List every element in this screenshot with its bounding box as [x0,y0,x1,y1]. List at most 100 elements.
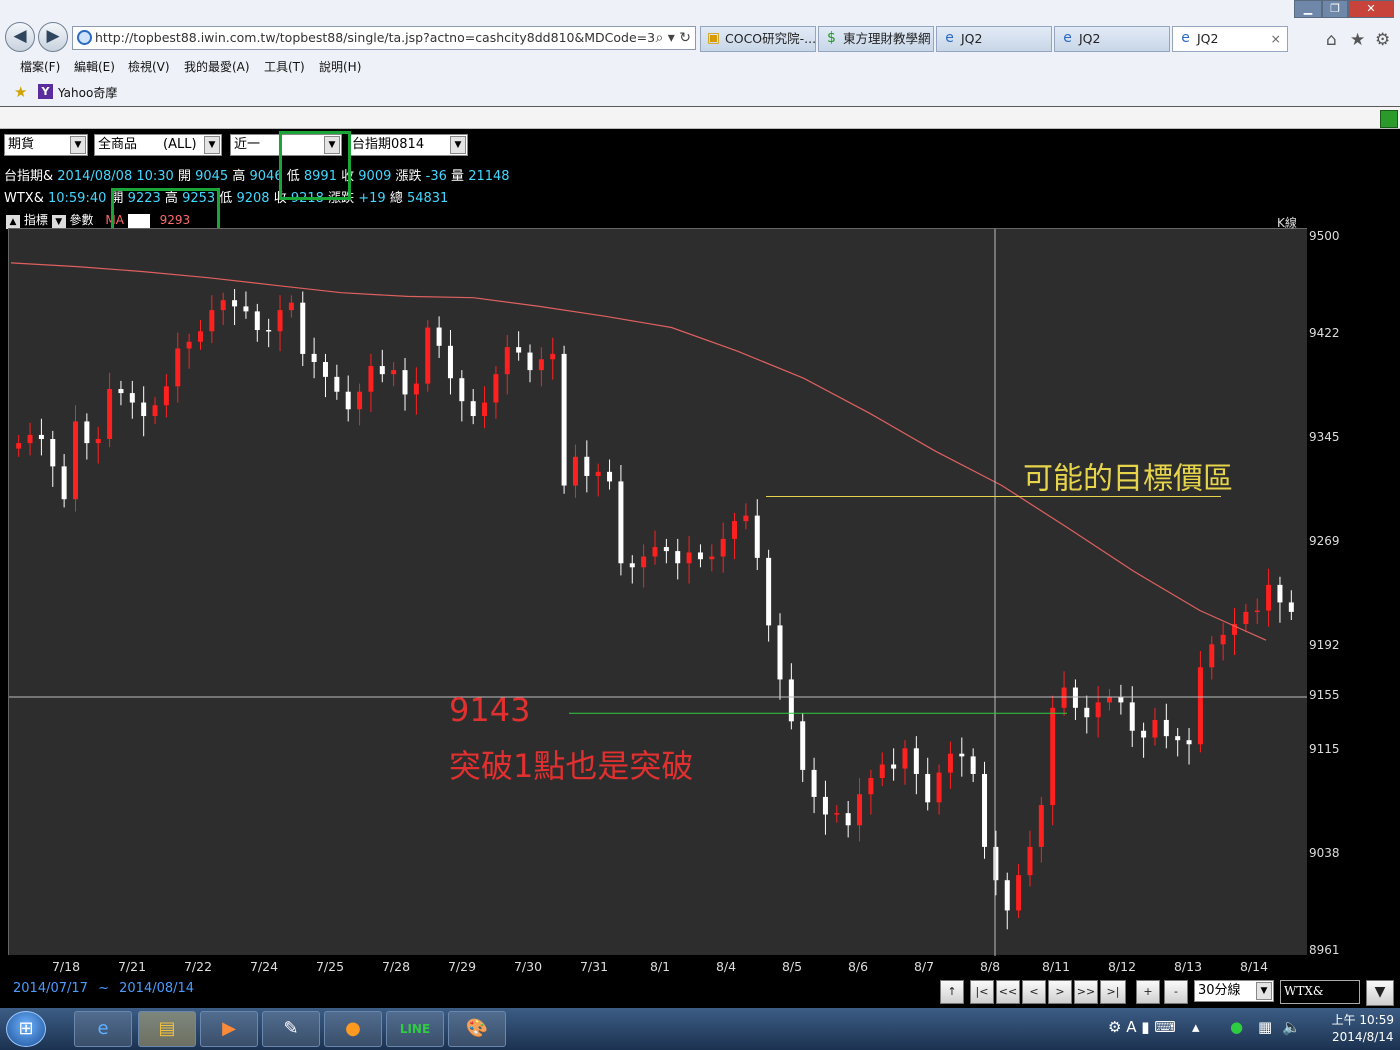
tab-jq2-1[interactable]: e JQ2 [936,26,1052,52]
search-refresh-icon[interactable]: ⌕ ▾ ↻ [655,27,691,49]
ie-taskbar-button[interactable]: e [74,1011,132,1047]
menu-tools[interactable]: 工具(T) [264,58,305,75]
scroll-up-button[interactable]: ↑ [940,980,964,1004]
candle-body [1061,687,1067,708]
media-player-taskbar-button[interactable]: ▶ [200,1011,258,1047]
line-tray-icon[interactable]: ● [1230,1018,1243,1036]
caret-down-icon[interactable]: ▼ [51,215,66,229]
candle-body [1163,719,1169,737]
volume-icon[interactable]: 🔈 [1282,1018,1301,1036]
menu-file[interactable]: 檔案(F) [20,58,60,75]
favorite-link[interactable]: Yahoo奇摩 [58,84,117,101]
network-icon[interactable]: ▦ [1258,1018,1272,1036]
first-button[interactable]: |< [970,980,994,1004]
tray-expand-icon[interactable]: ▴ [1192,1018,1200,1036]
menu-favorites[interactable]: 我的最愛(A) [184,58,250,75]
candle-body [504,347,510,375]
chevron-down-icon: ▼ [450,136,466,154]
close-window-button[interactable]: ✕ [1348,0,1394,18]
candle-body [550,353,556,360]
palette-taskbar-button[interactable]: 🎨 [448,1011,506,1047]
candle-body [84,421,90,444]
candle-body [322,362,328,377]
address-bar[interactable]: http://topbest88.iwin.com.tw/topbest88/s… [72,26,696,50]
candle-body [618,481,624,564]
favorites-bar: ★ Y Yahoo奇摩 [0,80,1400,104]
parameter-tab[interactable]: 參數 [70,213,94,227]
menu-view[interactable]: 檢視(V) [128,58,170,75]
step-forward-button[interactable]: > [1048,980,1072,1004]
page-forward-button[interactable]: >> [1074,980,1098,1004]
tab-eastern[interactable]: $ 東方理財教學網 [818,26,934,52]
start-button[interactable]: ⊞ [6,1011,46,1047]
indicator-tab[interactable]: 指標 [24,213,48,227]
candle-body [72,421,78,500]
zoom-in-button[interactable]: + [1136,980,1160,1004]
candle-body [1288,602,1294,612]
home-icon[interactable]: ⌂ [1326,30,1337,50]
page-back-button[interactable]: << [996,980,1020,1004]
y-tick-label: 9422 [1309,326,1340,340]
explorer-taskbar-button[interactable]: ▤ [138,1011,196,1047]
step-back-button[interactable]: < [1022,980,1046,1004]
last-button[interactable]: >| [1100,980,1126,1004]
candlestick-chart[interactable]: 可能的目標價區 9143 突破1點也是突破 [8,228,1307,956]
candle-body [1016,875,1022,911]
y-tick-label: 9192 [1309,638,1340,652]
candle-body [641,556,647,568]
x-tick-label: 7/24 [249,959,279,974]
back-button[interactable]: ◀ [5,22,35,52]
maximize-button[interactable]: ❐ [1322,0,1348,18]
symbol-input[interactable]: WTX& [1280,980,1360,1004]
app-taskbar-button[interactable]: ● [324,1011,382,1047]
candle-body [118,389,124,394]
tray-icons[interactable]: ⚙ A ▮ ⌨ [1108,1018,1176,1036]
candle-body [1107,697,1113,703]
star-icon[interactable]: ★ [1350,30,1365,50]
candle-body [982,773,988,847]
applet-icon[interactable] [1380,110,1398,128]
gear-icon[interactable]: ⚙ [1375,30,1390,50]
dropdown-arrow-button[interactable]: ▼ [1366,980,1394,1006]
candle-body [629,563,635,568]
candle-body [1050,707,1056,806]
y-tick-label: 9155 [1309,688,1340,702]
candle-body [311,353,317,363]
clock[interactable]: 上午 10:59 2014/8/14 [1332,1012,1394,1046]
contract-select[interactable]: 台指期0814 ▼ [348,134,468,156]
candle-body [459,378,465,402]
menu-edit[interactable]: 編輯(E) [74,58,115,75]
menu-bar: 檔案(F) 編輯(E) 檢視(V) 我的最愛(A) 工具(T) 說明(H) [0,56,1400,78]
candle-body [879,764,885,779]
highlight-box-period [279,131,351,200]
caret-up-icon[interactable]: ▲ [6,215,20,229]
candle-body [243,306,249,312]
tab-coco[interactable]: ▣ COCO研究院-... [700,26,816,52]
candle-body [1027,846,1033,876]
category-select[interactable]: 全商品 (ALL) ▼ [94,134,222,156]
candle-body [663,547,669,552]
interval-select[interactable]: 30分線 ▼ [1194,980,1274,1002]
menu-help[interactable]: 說明(H) [319,58,361,75]
tab-jq2-active[interactable]: e JQ2 × [1172,26,1288,52]
dollar-icon: $ [827,30,836,46]
forward-button[interactable]: ▶ [38,22,68,52]
y-tick-label: 9038 [1309,846,1340,860]
tab-jq2-2[interactable]: e JQ2 [1054,26,1170,52]
candle-body [141,402,147,417]
candle-body [152,405,158,417]
zoom-out-button[interactable]: - [1164,980,1188,1004]
candle-body [368,366,374,392]
line-taskbar-button[interactable]: LINE [386,1011,444,1047]
x-tick-label: 7/30 [513,959,543,974]
x-tick-label: 8/6 [847,959,869,974]
close-tab-icon[interactable]: × [1271,27,1281,51]
candle-body [277,310,283,332]
x-tick-label: 7/25 [315,959,345,974]
candle-body [743,515,749,522]
market-select[interactable]: 期貨 ▼ [4,134,88,156]
yahoo-icon: Y [38,84,53,99]
paint-taskbar-button[interactable]: ✎ [262,1011,320,1047]
minimize-button[interactable]: ▁ [1294,0,1322,18]
favorites-star-icon[interactable]: ★ [14,83,27,101]
